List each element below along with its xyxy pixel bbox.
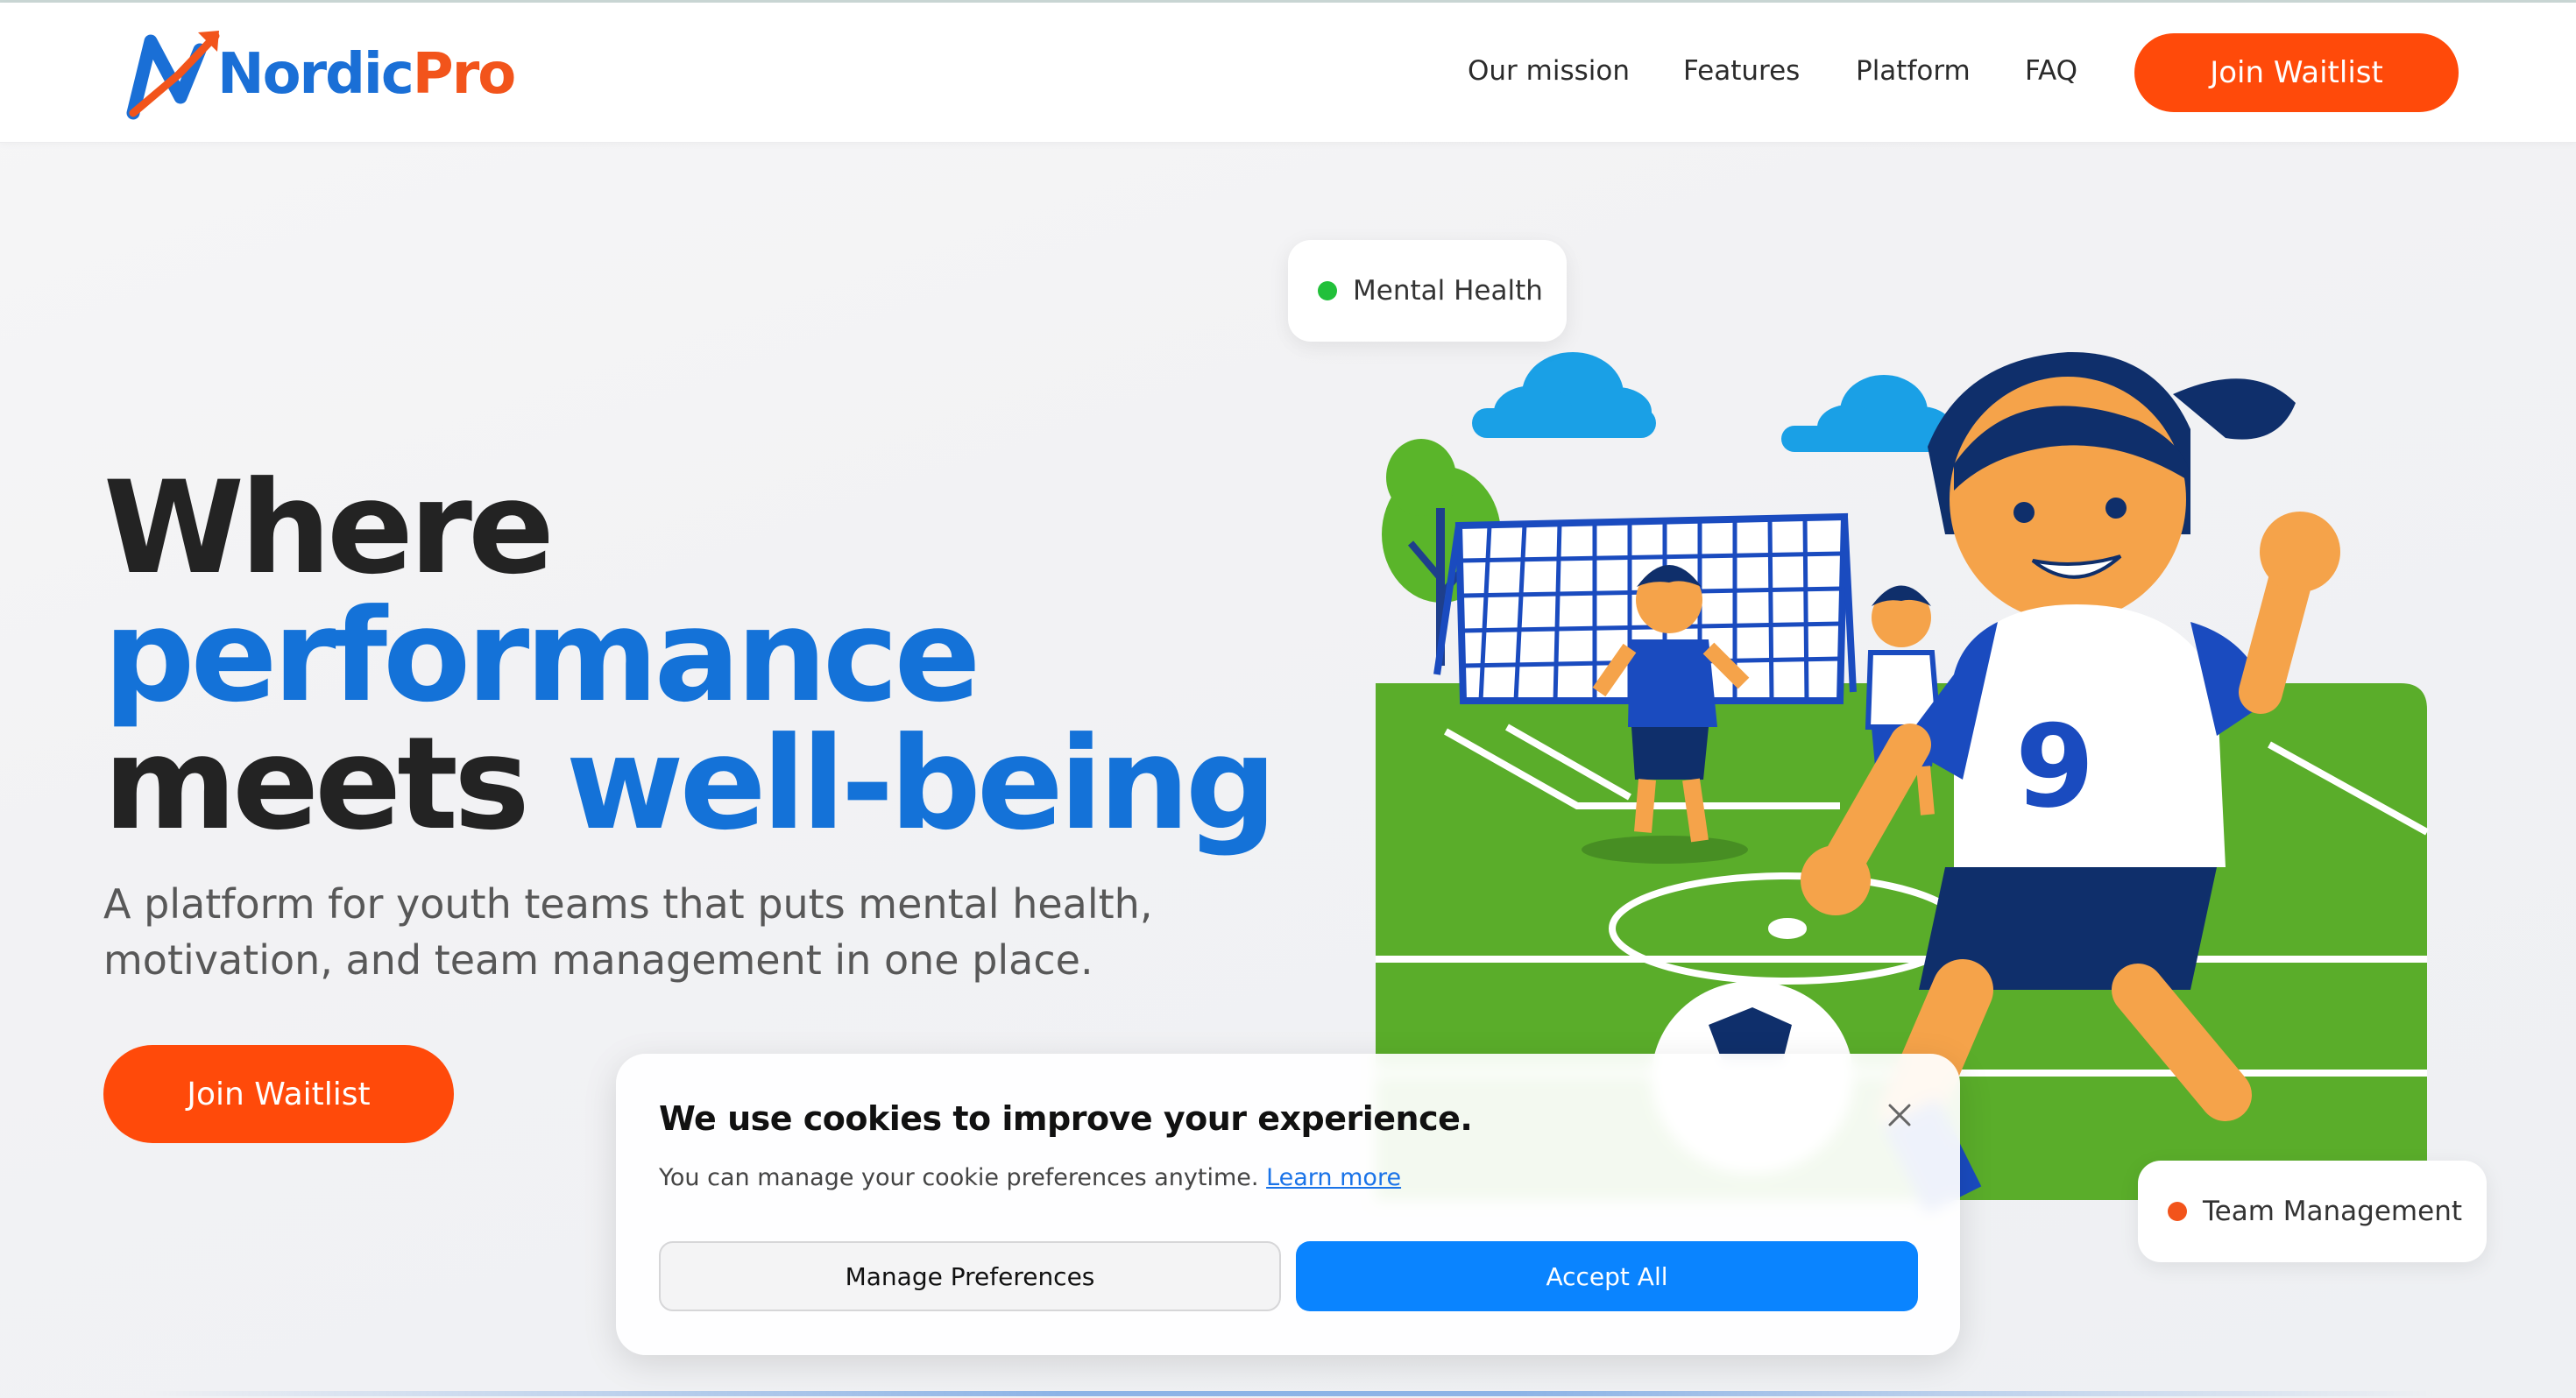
- orange-dot-icon: [2168, 1202, 2187, 1221]
- manage-preferences-button[interactable]: Manage Preferences: [659, 1241, 1281, 1311]
- cookie-text: You can manage your cookie preferences a…: [659, 1164, 1401, 1191]
- hero-title-line1: Where: [103, 454, 555, 603]
- hero-title-line2: performance: [103, 582, 981, 731]
- green-dot-icon: [1318, 281, 1337, 300]
- header-join-waitlist-button[interactable]: Join Waitlist: [2134, 33, 2459, 112]
- nav-faq[interactable]: FAQ: [2025, 55, 2077, 87]
- cloud-icon: [1781, 375, 1952, 452]
- learn-more-link[interactable]: Learn more: [1266, 1164, 1401, 1191]
- hero-subtitle: A platform for youth teams that puts men…: [103, 880, 1153, 984]
- hero-title-line3: meets well-being: [103, 720, 1277, 848]
- close-icon[interactable]: [1882, 1098, 1917, 1133]
- nav-features[interactable]: Features: [1683, 55, 1800, 87]
- site-header: NordicPro Our mission Features Platform …: [0, 3, 2576, 143]
- cookie-consent-banner: We use cookies to improve your experienc…: [616, 1054, 1960, 1355]
- cloud-icon: [1472, 352, 1656, 438]
- nordicpro-logo[interactable]: NordicPro: [126, 29, 516, 120]
- hero-join-waitlist-button[interactable]: Join Waitlist: [103, 1045, 454, 1143]
- cookie-description: You can manage your cookie preferences a…: [659, 1164, 1259, 1191]
- hero-title: Where performance meets well-being: [103, 454, 1277, 848]
- cookie-title: We use cookies to improve your experienc…: [659, 1099, 1473, 1138]
- mental-health-label: Mental Health: [1353, 275, 1543, 307]
- hero-title-meets: meets: [103, 710, 566, 858]
- team-management-label: Team Management: [2203, 1196, 2462, 1227]
- nav-platform[interactable]: Platform: [1856, 55, 1971, 87]
- hero-title-wellbeing: well-being: [565, 710, 1277, 858]
- nav-our-mission[interactable]: Our mission: [1468, 55, 1630, 87]
- team-management-badge: Team Management: [2138, 1161, 2487, 1262]
- mental-health-badge: Mental Health: [1288, 240, 1567, 342]
- logo-wordmark: NordicPro: [217, 42, 516, 107]
- jersey-number: 9: [2015, 700, 2094, 833]
- logo-mark-icon: [126, 31, 220, 120]
- bottom-accent-line: [140, 1391, 2436, 1396]
- logo-text-pro: Pro: [412, 42, 516, 107]
- accept-all-button[interactable]: Accept All: [1296, 1241, 1918, 1311]
- logo-text-nordic: Nordic: [217, 42, 414, 107]
